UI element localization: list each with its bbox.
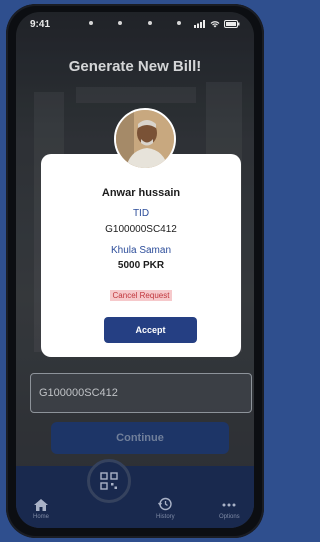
cancel-request-button[interactable]: Cancel Request — [109, 290, 173, 301]
app-screen: 9:41 Generate New Bill! G100000SC412 Con… — [16, 12, 254, 528]
cancel-wrap: Cancel Request — [41, 285, 241, 303]
phone-frame: 9:41 Generate New Bill! G100000SC412 Con… — [6, 4, 264, 538]
tid-value: G100000SC412 — [105, 224, 177, 235]
customer-avatar — [114, 108, 176, 170]
tid-label: TID — [132, 208, 150, 219]
customer-photo — [116, 110, 174, 168]
item-name: Khula Saman — [110, 245, 172, 256]
accept-button[interactable]: Accept — [104, 317, 197, 343]
request-modal: Anwar hussain TID G100000SC412 Khula Sam… — [41, 154, 241, 357]
customer-name: Anwar hussain — [101, 187, 181, 199]
amount: 5000 PKR — [117, 260, 165, 271]
